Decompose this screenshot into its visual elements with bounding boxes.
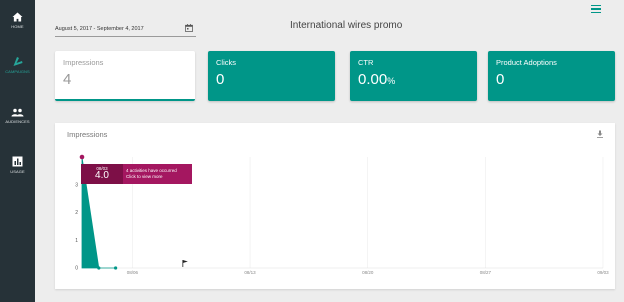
tooltip-line-2: Click to view more — [126, 174, 163, 179]
date-range-picker[interactable]: August 5, 2017 - September 4, 2017 — [55, 22, 196, 37]
x-tick-label: 08/20 — [362, 270, 374, 275]
flag-icon — [182, 260, 188, 263]
calendar-icon — [185, 24, 193, 32]
menu-icon[interactable] — [591, 5, 601, 14]
product-adoptions-card[interactable]: Product Adoptions 0 — [488, 51, 615, 101]
impressions-card[interactable]: Impressions 4 — [55, 51, 195, 101]
data-point — [114, 266, 118, 270]
x-tick-label: 08/27 — [480, 270, 492, 275]
ctr-value: 0.00 — [358, 71, 388, 88]
sidebar: HOME CAMPAIGNS AUDIENCES USAGE — [0, 0, 35, 302]
ctr-percent-sign: % — [387, 76, 396, 86]
card-label: Product Adoptions — [496, 58, 557, 67]
data-point — [79, 154, 85, 160]
nav-label-home: HOME — [11, 24, 24, 29]
clicks-card[interactable]: Clicks 0 — [208, 51, 335, 101]
tooltip-text: 4 activities have occurred Click to view… — [126, 168, 177, 180]
page-title: International wires promo — [290, 20, 403, 31]
y-tick-label: 3 — [75, 182, 78, 188]
card-value: 0 — [496, 71, 505, 88]
x-tick-label: 08/06 — [127, 270, 139, 275]
y-tick-label: 1 — [75, 238, 78, 244]
tooltip-value: 4.0 — [95, 170, 109, 181]
nav-item-home[interactable]: HOME — [0, 12, 35, 29]
date-range-text: August 5, 2017 - September 4, 2017 — [55, 26, 144, 32]
data-point — [97, 266, 101, 270]
impressions-chart: 08/06 08/13 08/20 08/27 09/03 3 2 1 0 — [75, 154, 609, 275]
card-label: Clicks — [216, 58, 236, 67]
nav-item-audiences[interactable]: AUDIENCES — [0, 108, 35, 124]
megaphone-icon — [13, 57, 22, 66]
card-value: 0 — [216, 71, 225, 88]
card-value: 0.00% — [358, 71, 469, 88]
nav-label-campaigns: CAMPAIGNS — [5, 69, 30, 74]
nav-item-usage[interactable]: USAGE — [0, 156, 35, 174]
home-icon — [12, 12, 23, 22]
nav-item-campaigns[interactable]: CAMPAIGNS — [0, 56, 35, 74]
card-label: Impressions — [63, 58, 104, 67]
chart-tooltip[interactable]: 08/03 4.0 4 activities have occurred Cli… — [81, 164, 192, 184]
card-label: CTR — [358, 58, 374, 67]
tooltip-summary: 08/03 4.0 — [81, 164, 123, 184]
y-tick-label: 2 — [75, 210, 78, 216]
people-icon — [11, 108, 24, 117]
y-tick-label: 0 — [75, 266, 78, 272]
x-tick-label: 08/13 — [244, 270, 256, 275]
nav-label-audiences: AUDIENCES — [5, 119, 30, 124]
impressions-chart-panel: Impressions 08/06 08/13 08/20 08/27 09/03 3 2 1… — [55, 123, 615, 289]
bar-chart-icon — [12, 156, 23, 167]
x-tick-label: 09/03 — [597, 270, 609, 275]
ctr-card[interactable]: CTR 0.00% — [350, 51, 477, 101]
card-value: 4 — [63, 71, 72, 88]
nav-label-usage: USAGE — [10, 169, 25, 174]
